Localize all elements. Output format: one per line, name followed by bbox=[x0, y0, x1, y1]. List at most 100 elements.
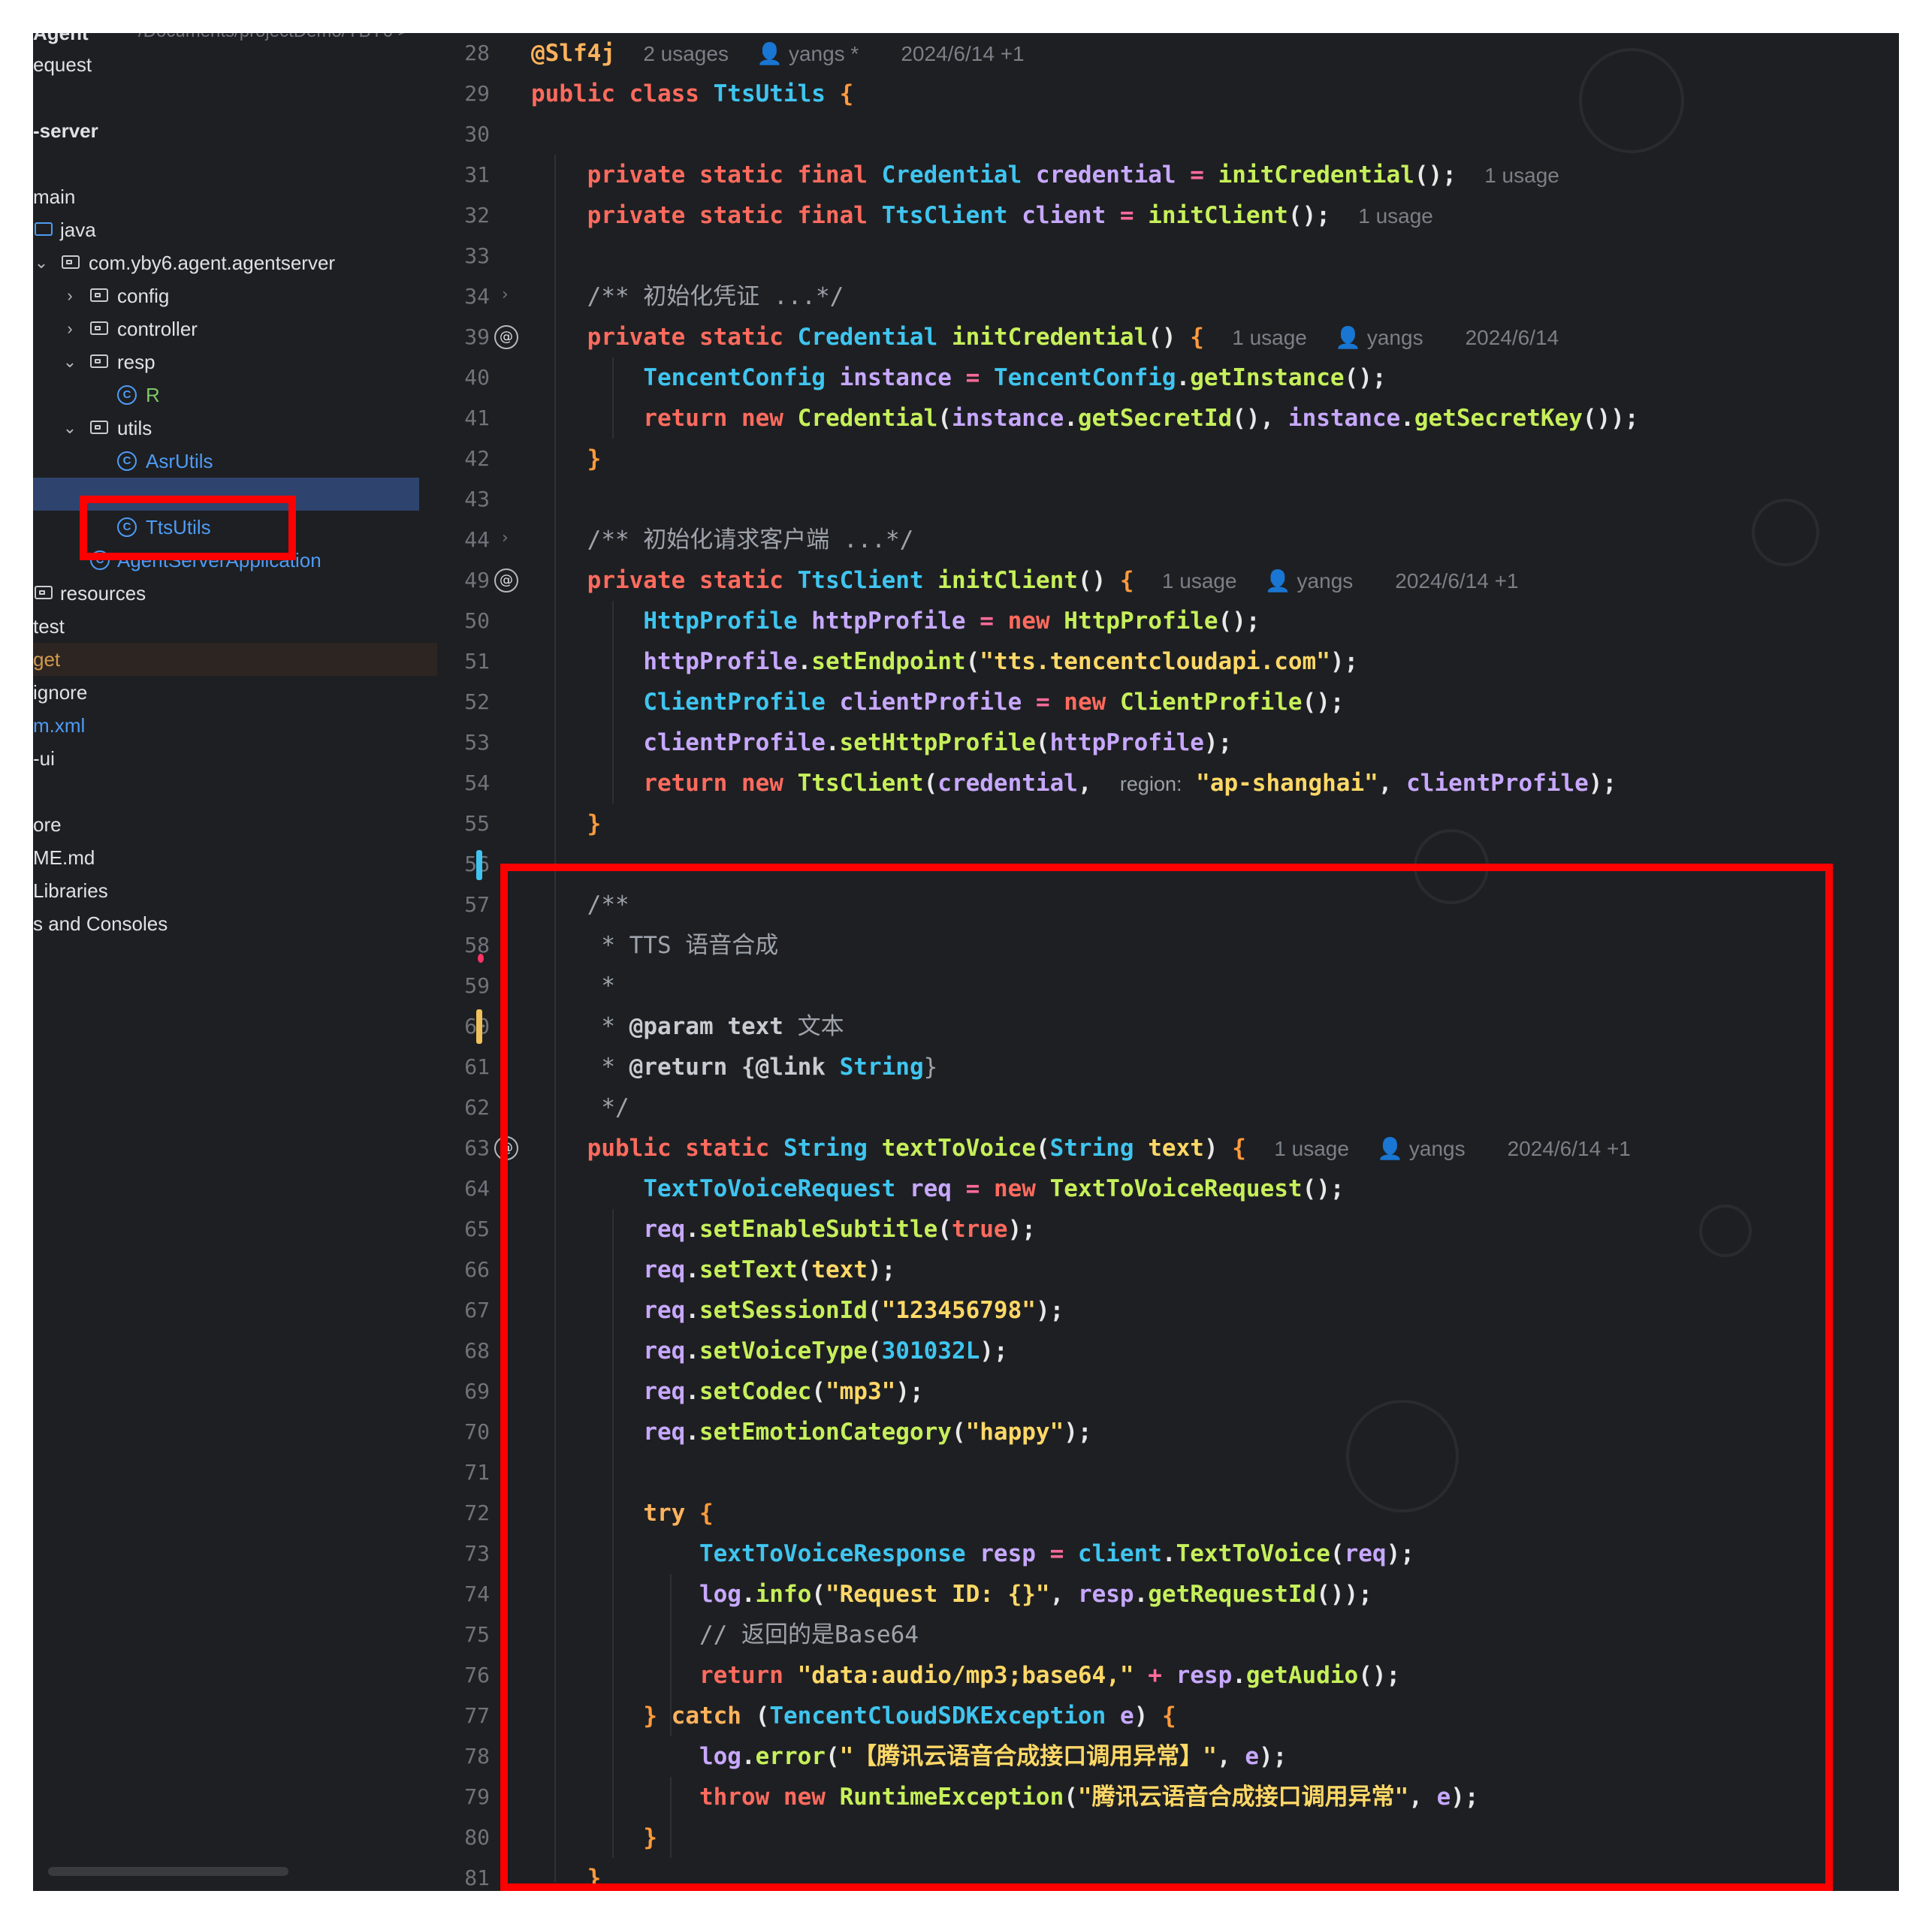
code-line-61[interactable]: * @return {@link String} bbox=[531, 1047, 937, 1087]
code-line-41[interactable]: return new Credential(instance.getSecret… bbox=[531, 398, 1638, 439]
code-line-65[interactable]: req.setEnableSubtitle(true); bbox=[531, 1209, 1036, 1250]
tree-item-request[interactable]: equest bbox=[33, 48, 437, 81]
code-line-53[interactable]: clientProfile.setHttpProfile(httpProfile… bbox=[531, 722, 1232, 763]
usage-hint[interactable]: 2 usages bbox=[643, 42, 729, 65]
code-line-75[interactable]: // 返回的是Base64 bbox=[531, 1615, 919, 1655]
code-line-76[interactable]: return "data:audio/mp3;base64," + resp.g… bbox=[531, 1655, 1400, 1696]
code-line-63[interactable]: public static String textToVoice(String … bbox=[531, 1128, 1631, 1169]
code-line-74[interactable]: log.info("Request ID: {}", resp.getReque… bbox=[531, 1574, 1372, 1615]
implements-at-icon[interactable]: @ bbox=[494, 568, 518, 593]
vcs-modified-marker[interactable] bbox=[476, 1009, 482, 1044]
sidebar-scrollbar[interactable] bbox=[48, 1867, 288, 1876]
code-line-77[interactable]: } catch (TencentCloudSDKException e) { bbox=[531, 1696, 1176, 1736]
brace: { bbox=[1232, 1135, 1246, 1162]
code-line-64[interactable]: TextToVoiceRequest req = new TextToVoice… bbox=[531, 1169, 1344, 1209]
tree-item-pom[interactable]: m.xml bbox=[33, 709, 437, 742]
tree-item-class-r[interactable]: C R bbox=[33, 378, 437, 412]
code-line-31[interactable]: private static final Credential credenti… bbox=[531, 155, 1559, 195]
folded-comment[interactable]: /** 初始化请求客户端 ...*/ bbox=[587, 526, 914, 553]
chevron-down-icon[interactable]: ⌄ bbox=[62, 412, 78, 445]
code-line-42[interactable]: } bbox=[531, 439, 602, 479]
usage-hint[interactable]: 1 usage bbox=[1232, 326, 1307, 349]
tree-item-target[interactable]: get bbox=[33, 643, 437, 676]
constructor: TtsClient bbox=[797, 770, 924, 797]
type: Credential bbox=[881, 161, 1022, 188]
code-line-55[interactable]: } bbox=[531, 804, 602, 844]
tree-item-utils[interactable]: ⌄ utils bbox=[33, 412, 437, 445]
code-line-52[interactable]: ClientProfile clientProfile = new Client… bbox=[531, 682, 1344, 722]
implements-at-icon[interactable]: @ bbox=[494, 1136, 518, 1160]
code-line-81[interactable]: } bbox=[531, 1858, 602, 1891]
folded-comment[interactable]: /** 初始化凭证 ...*/ bbox=[587, 283, 844, 310]
usage-hint[interactable]: 1 usage bbox=[1358, 204, 1433, 228]
tree-item-package-root[interactable]: ⌄ com.yby6.agent.agentserver bbox=[33, 246, 437, 279]
implements-at-icon[interactable]: @ bbox=[494, 325, 518, 349]
code-line-49[interactable]: private static TtsClient initClient() { … bbox=[531, 560, 1519, 601]
code-line-70[interactable]: req.setEmotionCategory("happy"); bbox=[531, 1412, 1091, 1452]
usage-hint[interactable]: 1 usage bbox=[1484, 164, 1559, 187]
tree-item-main[interactable]: main bbox=[33, 180, 437, 213]
doc-link-type[interactable]: String bbox=[840, 1054, 924, 1081]
code-line-73[interactable]: TextToVoiceResponse resp = client.TextTo… bbox=[531, 1533, 1414, 1574]
tree-item-ttsutils[interactable]: C TtsUtils bbox=[33, 511, 437, 544]
tree-item-gitignore[interactable]: ignore bbox=[33, 676, 437, 709]
code-line-68[interactable]: req.setVoiceType(301032L); bbox=[531, 1331, 1007, 1371]
line-number: 76 bbox=[464, 1663, 490, 1687]
punct: ( bbox=[1035, 729, 1050, 756]
code-line-29[interactable]: public class TtsUtils { bbox=[531, 74, 853, 114]
fold-expand-icon[interactable]: › bbox=[502, 285, 509, 304]
tree-item-test[interactable]: test bbox=[33, 610, 437, 643]
chevron-right-icon[interactable]: › bbox=[62, 279, 78, 312]
usage-hint[interactable]: 1 usage bbox=[1274, 1137, 1349, 1160]
chevron-down-icon[interactable]: ⌄ bbox=[62, 345, 78, 378]
tree-item-server[interactable]: -server bbox=[33, 114, 437, 147]
tree-item-agent[interactable]: Agent bbox=[33, 33, 437, 50]
code-line-72[interactable]: try { bbox=[531, 1493, 713, 1533]
code-line-80[interactable]: } bbox=[531, 1817, 657, 1858]
tree-item-asrutils[interactable]: C AsrUtils bbox=[33, 445, 437, 478]
code-line-50[interactable]: HttpProfile httpProfile = new HttpProfil… bbox=[531, 601, 1260, 641]
code-line-69[interactable]: req.setCodec("mp3"); bbox=[531, 1371, 923, 1412]
breakpoint-dot[interactable] bbox=[478, 954, 484, 963]
code-line-62[interactable]: */ bbox=[531, 1087, 629, 1128]
chevron-down-icon[interactable]: ⌄ bbox=[33, 246, 50, 279]
chevron-right-icon[interactable]: › bbox=[62, 312, 78, 345]
usage-hint[interactable]: 1 usage bbox=[1162, 569, 1237, 593]
code-line-34[interactable]: /** 初始化凭证 ...*/ bbox=[531, 276, 844, 317]
punct: ( bbox=[1330, 1540, 1345, 1567]
tree-item-config[interactable]: › config bbox=[33, 279, 437, 312]
code-line-39[interactable]: private static Credential initCredential… bbox=[531, 317, 1559, 357]
code-line-51[interactable]: httpProfile.setEndpoint("tts.tencentclou… bbox=[531, 641, 1358, 682]
fold-expand-icon[interactable]: › bbox=[502, 529, 509, 547]
code-line-78[interactable]: log.error("【腾讯云语音合成接口调用异常】", e); bbox=[531, 1736, 1287, 1777]
code-line-40[interactable]: TencentConfig instance = TencentConfig.g… bbox=[531, 357, 1386, 398]
code-line-60[interactable]: * @param text 文本 bbox=[531, 1006, 844, 1047]
punct: , bbox=[1216, 1743, 1231, 1770]
tree-item-resources[interactable]: resources bbox=[33, 577, 437, 610]
code-line-66[interactable]: req.setText(text); bbox=[531, 1250, 895, 1290]
tree-item-java[interactable]: java bbox=[33, 213, 437, 246]
method-call: getRequestId bbox=[1148, 1581, 1317, 1608]
tree-item-controller[interactable]: › controller bbox=[33, 312, 437, 345]
tree-item-ignore-file[interactable]: ore bbox=[33, 808, 437, 841]
tree-item-agent-server-application[interactable]: C AgentServerApplication bbox=[33, 544, 437, 577]
tree-item-ui[interactable]: -ui bbox=[33, 742, 437, 775]
code-line-44[interactable]: /** 初始化请求客户端 ...*/ bbox=[531, 520, 914, 560]
tree-item-scratches[interactable]: s and Consoles bbox=[33, 907, 437, 940]
punct: , bbox=[1408, 1784, 1423, 1811]
code-line-32[interactable]: private static final TtsClient client = … bbox=[531, 195, 1433, 236]
code-line-54[interactable]: return new TtsClient(credential, region:… bbox=[531, 763, 1617, 804]
code-line-57[interactable]: /** bbox=[531, 885, 629, 925]
code-editor[interactable]: 28 29 30 31 32 33 34 39 40 41 42 43 44 4… bbox=[437, 33, 1899, 1891]
code-line-59[interactable]: * bbox=[531, 966, 615, 1006]
code-line-28[interactable]: @Slf4j 2 usages 👤 yangs * 2024/6/14 +1 bbox=[531, 33, 1025, 74]
tree-item-readme[interactable]: ME.md bbox=[33, 841, 437, 874]
vcs-added-marker[interactable] bbox=[476, 850, 482, 880]
tree-item-resp[interactable]: ⌄ resp bbox=[33, 345, 437, 378]
punct: . bbox=[797, 648, 812, 675]
doc-comment: /** bbox=[587, 891, 629, 918]
tree-item-external-libraries[interactable]: Libraries bbox=[33, 874, 437, 907]
code-line-58[interactable]: * TTS 语音合成 bbox=[531, 925, 778, 966]
code-line-79[interactable]: throw new RuntimeException("腾讯云语音合成接口调用异… bbox=[531, 1777, 1479, 1817]
code-line-67[interactable]: req.setSessionId("123456798"); bbox=[531, 1290, 1064, 1331]
